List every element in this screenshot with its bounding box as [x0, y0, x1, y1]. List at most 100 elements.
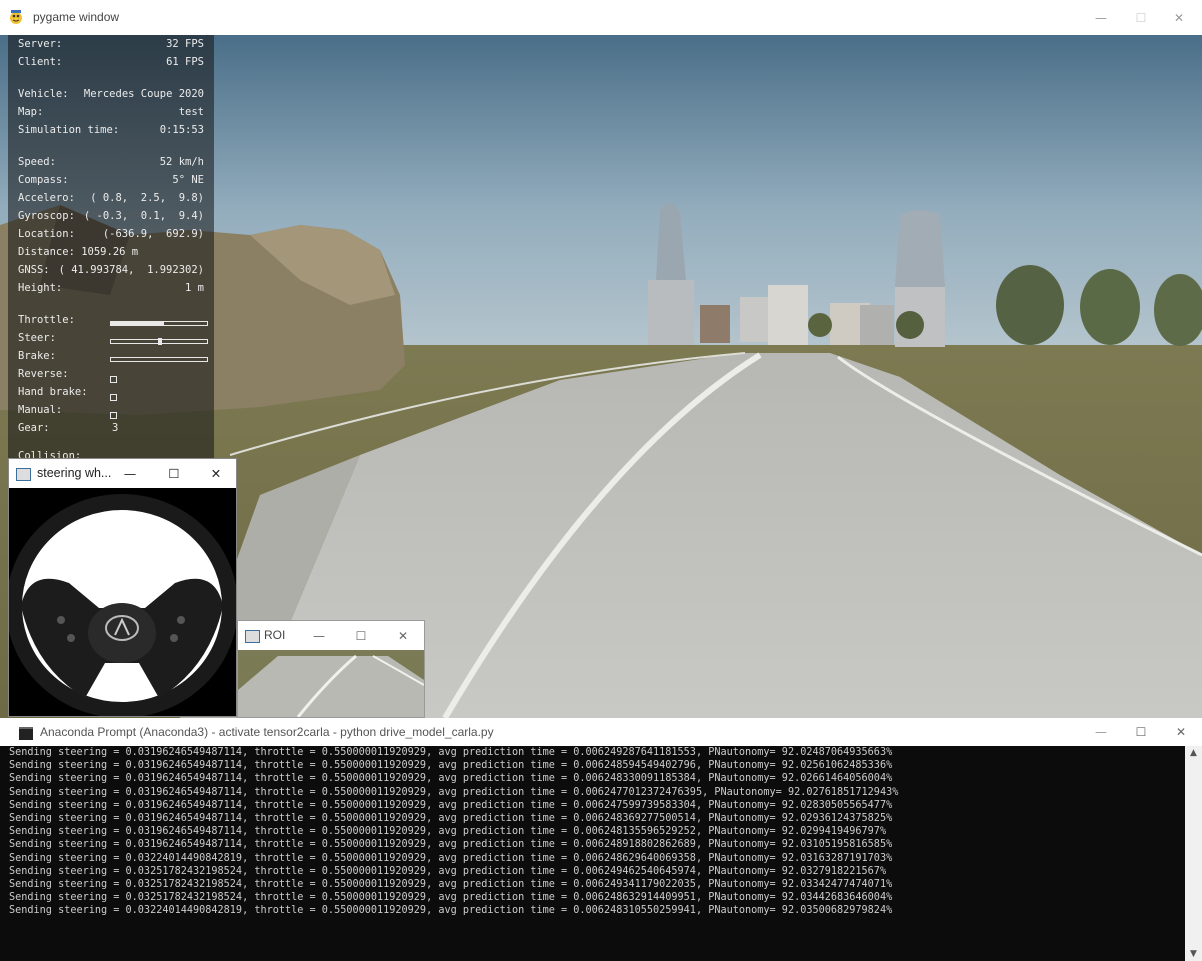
minimize-button[interactable]: —	[306, 621, 332, 650]
brake-bar	[110, 357, 208, 362]
roi-titlebar[interactable]: ROI — ☐ ✕	[238, 621, 424, 650]
roi-window: ROI — ☐ ✕	[237, 620, 425, 718]
console-line: Sending steering = 0.03196246549487114, …	[9, 799, 893, 811]
pygame-titlebar[interactable]: pygame window — ☐ ✕	[0, 0, 1202, 35]
maximize-button[interactable]: ☐	[1126, 0, 1156, 35]
console-line: Sending steering = 0.03224014490842819, …	[9, 852, 893, 864]
console-line: Sending steering = 0.03196246549487114, …	[9, 813, 893, 825]
hud-value: (-636.9, 692.9)	[102, 228, 204, 240]
pygame-logo-icon	[8, 9, 24, 25]
hud-row-gear: Gear: 3	[18, 422, 214, 440]
manual-checkbox	[110, 412, 117, 419]
hud-value: Mercedes Coupe 2020	[83, 88, 204, 100]
anaconda-titlebar[interactable]: Anaconda Prompt (Anaconda3) - activate t…	[0, 718, 1202, 746]
hud-value: 1 m	[185, 282, 204, 294]
scroll-up-icon[interactable]: ▲	[1185, 748, 1202, 758]
hud-label: Compass:	[18, 174, 69, 186]
console-icon	[19, 727, 33, 740]
hud-row-compass: Compass: 5° NE	[18, 174, 214, 192]
throttle-bar	[110, 321, 208, 326]
hud-row-location: Location: (-636.9, 692.9)	[18, 228, 214, 246]
minimize-button[interactable]: —	[117, 459, 143, 488]
console-line: Sending steering = 0.03196246549487114, …	[9, 839, 893, 851]
hud-row-height: Height: 1 m	[18, 282, 214, 300]
maximize-button[interactable]: ☐	[1126, 718, 1156, 746]
hud-value: 5° NE	[172, 174, 204, 186]
hud-value: 0:15:53	[159, 124, 204, 136]
pygame-window-title: pygame window	[33, 10, 120, 24]
steer-bar	[110, 338, 208, 345]
hud-value: 32 FPS	[166, 38, 204, 50]
hud-row-server: Server: 32 FPS	[18, 38, 214, 56]
close-button[interactable]: ✕	[390, 621, 416, 650]
hud-row-client: Client: 61 FPS	[18, 56, 214, 74]
hud-label: Simulation time:	[18, 124, 120, 136]
hud-panel: Server: 32 FPS Client: 61 FPS Vehicle: Merc…	[8, 35, 214, 462]
hud-label: Accelero:	[18, 192, 75, 204]
console-line: Sending steering = 0.03196246549487114, …	[9, 826, 887, 838]
scroll-down-icon[interactable]: ▼	[1185, 949, 1202, 959]
hud-row-gnss: GNSS: ( 41.993784, 1.992302)	[18, 264, 214, 282]
hud-label: Client:	[18, 56, 63, 68]
window-app-icon	[16, 468, 31, 481]
close-button[interactable]: ✕	[203, 459, 229, 488]
console-line: Sending steering = 0.03196246549487114, …	[9, 786, 899, 798]
hud-label: Vehicle:	[18, 88, 69, 100]
hud-label: Location:	[18, 228, 75, 240]
hud-value: 3	[112, 422, 119, 434]
hud-label: Manual:	[18, 404, 63, 416]
hud-row-distance: Distance: 1059.26 m	[18, 246, 214, 264]
hud-label: Steer:	[18, 332, 56, 344]
hud-label: GNSS:	[18, 264, 50, 276]
hud-value: test	[178, 106, 204, 118]
anaconda-prompt-window: Anaconda Prompt (Anaconda3) - activate t…	[0, 718, 1202, 961]
hud-row-simulation-time: Simulation time: 0:15:53	[18, 124, 214, 142]
hud-label: Distance: 1059.26 m	[18, 246, 139, 258]
console-line: Sending steering = 0.03251782432198524, …	[9, 879, 893, 891]
console-line: Sending steering = 0.03196246549487114, …	[9, 773, 893, 785]
maximize-button[interactable]: ☐	[161, 459, 187, 488]
hud-label: Height:	[18, 282, 63, 294]
hud-row-speed: Speed: 52 km/h	[18, 156, 214, 174]
hud-label: Hand brake:	[18, 386, 88, 398]
hud-row-vehicle: Vehicle: Mercedes Coupe 2020	[18, 88, 214, 106]
hud-value: 52 km/h	[159, 156, 204, 168]
hud-row-gyroscop: Gyroscop: ( -0.3, 0.1, 9.4)	[18, 210, 214, 228]
steering-titlebar[interactable]: steering wh... — ☐ ✕	[9, 459, 236, 488]
steer-marker	[158, 338, 163, 345]
anaconda-window-title: Anaconda Prompt (Anaconda3) - activate t…	[40, 725, 494, 739]
roi-window-title: ROI	[264, 628, 286, 642]
hud-value: ( 41.993784, 1.992302)	[58, 264, 204, 276]
console-line: Sending steering = 0.03251782432198524, …	[9, 892, 893, 904]
hud-label: Gyroscop:	[18, 210, 75, 222]
maximize-button[interactable]: ☐	[348, 621, 374, 650]
steering-wheel-window: steering wh... — ☐ ✕	[8, 458, 237, 717]
minimize-button[interactable]: —	[1086, 718, 1116, 746]
console-line: Sending steering = 0.03251782432198524, …	[9, 865, 887, 877]
steering-wheel-image	[9, 488, 236, 716]
close-button[interactable]: ✕	[1166, 718, 1196, 746]
throttle-bar-fill	[111, 322, 164, 325]
hud-label: Server:	[18, 38, 63, 50]
hud-value: ( -0.3, 0.1, 9.4)	[83, 210, 204, 222]
hud-label: Gear:	[18, 422, 50, 434]
hand-brake-checkbox	[110, 394, 117, 401]
close-button[interactable]: ✕	[1164, 0, 1194, 35]
console-line: Sending steering = 0.03224014490842819, …	[9, 905, 893, 917]
hud-label: Reverse:	[18, 368, 69, 380]
hud-label: Map:	[18, 106, 44, 118]
steering-window-title: steering wh...	[37, 466, 112, 480]
console-output[interactable]: Sending steering = 0.03196246549487114, …	[9, 746, 1179, 961]
console-scrollbar[interactable]: ▲ ▼	[1185, 746, 1202, 961]
hud-value: ( 0.8, 2.5, 9.8)	[90, 192, 204, 204]
hud-label: Brake:	[18, 350, 56, 362]
hud-label: Throttle:	[18, 314, 75, 326]
window-app-icon	[245, 630, 260, 643]
minimize-button[interactable]: —	[1086, 0, 1116, 35]
hud-row-map: Map: test	[18, 106, 214, 124]
console-line: Sending steering = 0.03196246549487114, …	[9, 747, 893, 758]
roi-image	[238, 650, 424, 717]
console-line: Sending steering = 0.03196246549487114, …	[9, 760, 893, 772]
hud-value: 61 FPS	[166, 56, 204, 68]
hud-label: Speed:	[18, 156, 56, 168]
